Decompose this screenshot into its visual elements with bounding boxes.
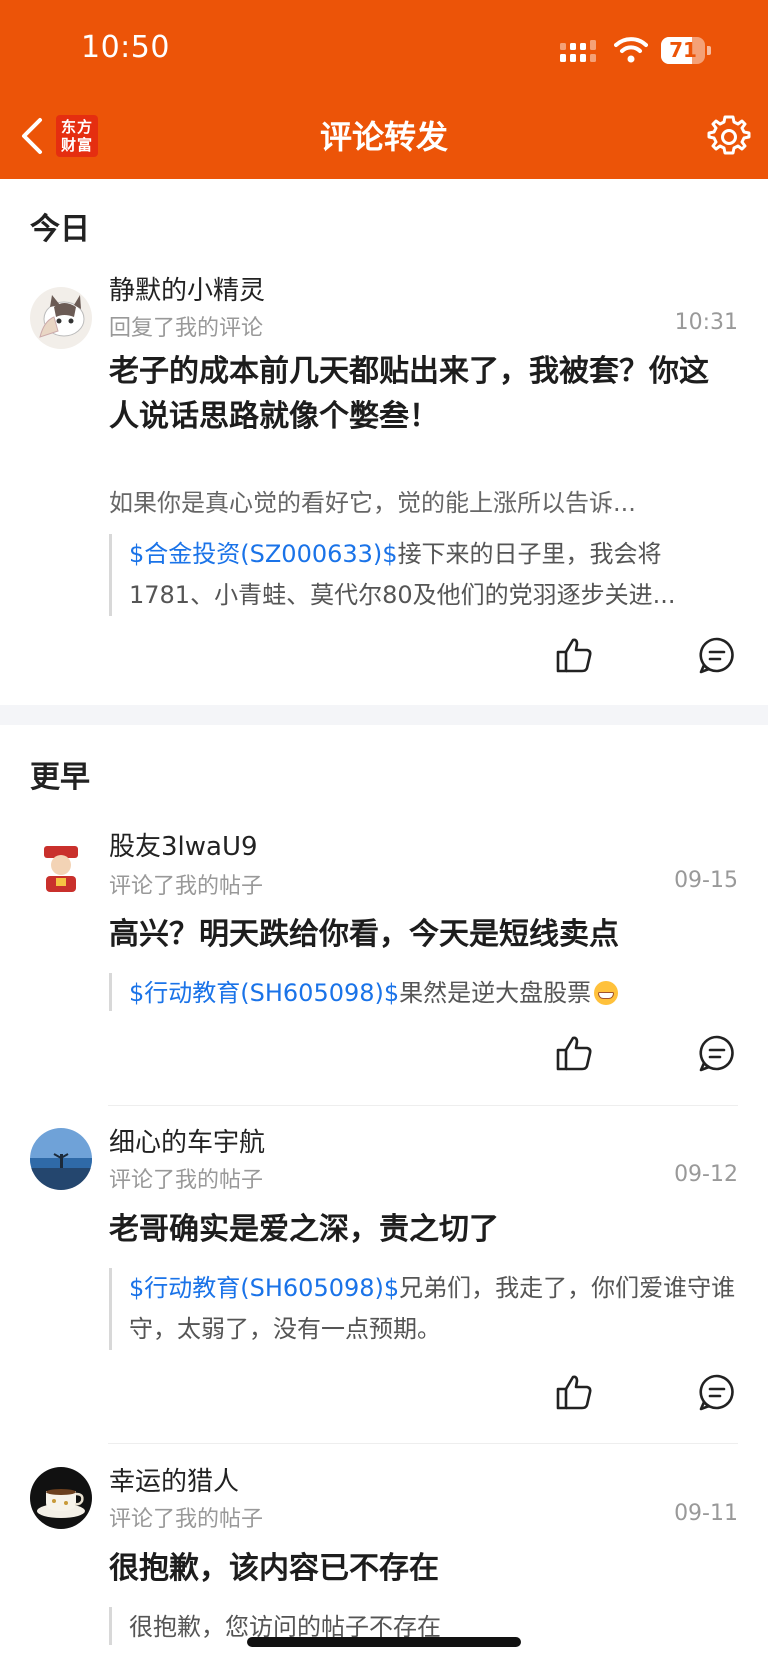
user-name[interactable]: 静默的小精灵: [109, 270, 265, 307]
quote-text: 果然是逆大盘股票: [399, 979, 592, 1007]
item-divider: [108, 1105, 738, 1106]
section-divider: [0, 705, 768, 725]
comment-content[interactable]: 老哥确实是爱之深，责之切了: [109, 1207, 729, 1252]
action-text: 评论了我的帖子: [109, 1507, 264, 1532]
back-button[interactable]: [14, 114, 54, 158]
thumbs-up-icon[interactable]: [554, 1372, 594, 1412]
avatar[interactable]: [30, 1467, 92, 1529]
comment-content[interactable]: 高兴？明天跌给你看，今天是短线卖点: [109, 912, 729, 957]
grinning-emoji-icon: [594, 981, 619, 1005]
thumbs-up-icon[interactable]: [554, 1033, 594, 1073]
comment-icon[interactable]: [697, 1372, 737, 1412]
action-text: 回复了我的评论: [109, 316, 264, 341]
battery-indicator: 71: [661, 37, 711, 64]
section-title-earlier: 更早: [30, 760, 90, 795]
thumbs-up-icon[interactable]: [554, 635, 594, 675]
comment-icon[interactable]: [697, 635, 737, 675]
timestamp: 09-15: [674, 868, 738, 893]
comment-content[interactable]: 很抱歉，该内容已不存在: [109, 1546, 729, 1591]
quoted-post[interactable]: $行动教育(SH605098)$果然是逆大盘股票: [109, 973, 739, 1011]
timestamp: 09-11: [674, 1501, 738, 1526]
user-name[interactable]: 细心的车宇航: [109, 1122, 265, 1159]
quoted-post[interactable]: $合金投资(SZ000633)$接下来的日子里，我会将1781、小青蛙、莫代尔8…: [109, 534, 739, 616]
page-title: 评论转发: [319, 118, 448, 156]
status-time: 10:50: [81, 30, 170, 65]
stock-tag-link[interactable]: $行动教育(SH605098)$: [129, 979, 399, 1007]
timestamp: 09-12: [674, 1162, 738, 1187]
top-bar: 10:50 71 东方 财富 评论转发: [0, 0, 768, 179]
item-divider: [108, 1443, 738, 1444]
reply-summary[interactable]: 如果你是真心觉的看好它，觉的能上涨所以告诉...: [109, 483, 729, 518]
home-indicator: [247, 1637, 521, 1647]
avatar[interactable]: [30, 287, 92, 349]
comment-content[interactable]: 老子的成本前几天都贴出来了，我被套？你这人说话思路就像个嫳叁！: [109, 349, 729, 439]
section-title-today: 今日: [30, 212, 90, 247]
stock-tag-link[interactable]: $合金投资(SZ000633)$: [129, 540, 398, 568]
stock-tag-link[interactable]: $行动教育(SH605098)$: [129, 1274, 399, 1302]
gear-icon[interactable]: [706, 114, 752, 160]
user-name[interactable]: 股友3lwaU9: [109, 826, 258, 863]
avatar[interactable]: [30, 838, 92, 900]
quoted-post[interactable]: $行动教育(SH605098)$兄弟们，我走了，你们爱谁守谁守，太弱了，没有一点…: [109, 1268, 739, 1350]
comment-icon[interactable]: [697, 1033, 737, 1073]
avatar[interactable]: [30, 1128, 92, 1190]
cellular-signal-icon: [560, 40, 596, 62]
action-text: 评论了我的帖子: [109, 1168, 264, 1193]
timestamp: 10:31: [674, 310, 738, 335]
wifi-icon: [614, 37, 648, 63]
battery-level: 71: [669, 38, 697, 62]
app-logo: 东方 财富: [56, 115, 98, 157]
user-name[interactable]: 幸运的猎人: [109, 1461, 239, 1498]
action-text: 评论了我的帖子: [109, 874, 264, 899]
